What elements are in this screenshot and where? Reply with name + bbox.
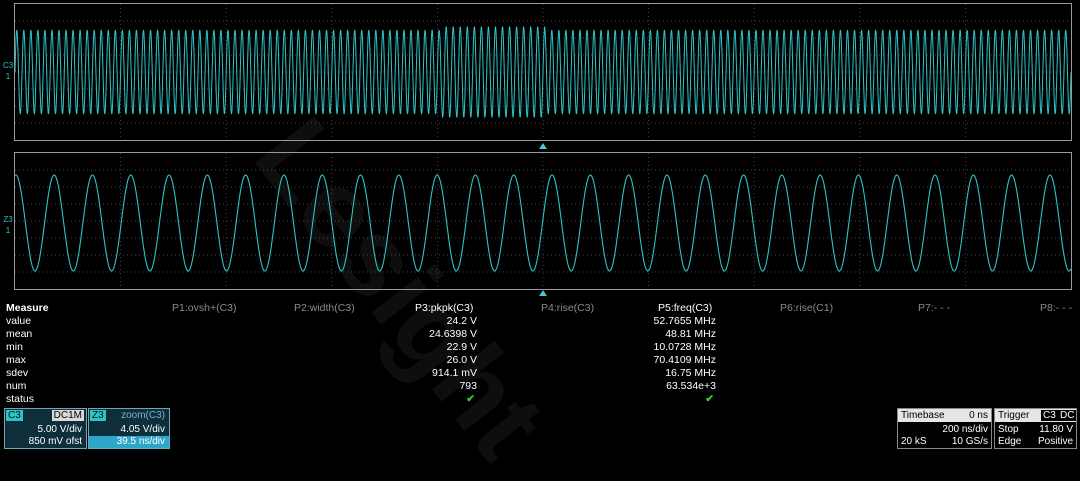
p3-sdev: 914.1 mV [432, 367, 477, 379]
row-label-max: max [6, 354, 26, 366]
timebase-samples: 20 kS [901, 436, 927, 447]
c3-offset: 850 mV ofst [28, 436, 82, 447]
c3-channel-descriptor[interactable]: C3 DC1M 5.00 V/div 850 mV ofst [4, 408, 87, 449]
p4-header[interactable]: P4:rise(C3) [541, 302, 594, 315]
trigger-level: 11.80 V [1039, 424, 1073, 435]
p3-status-check-icon: ✔ [466, 393, 475, 405]
trigger-source-tag: C3 [1041, 410, 1058, 421]
c3-coupling-tag: DC1M [51, 410, 84, 421]
p3-value: 24.2 V [446, 315, 477, 327]
row-label-min: min [6, 341, 23, 353]
p7-header[interactable]: P7:- - - [918, 302, 950, 315]
p5-header[interactable]: P5:freq(C3) [658, 302, 712, 315]
zoom-waveform-plot [15, 153, 1071, 289]
p3-mean: 24.6398 V [429, 328, 477, 340]
p6-header[interactable]: P6:rise(C1) [780, 302, 833, 315]
row-label-mean: mean [6, 328, 33, 340]
z3-channel-tag: Z3 [90, 410, 106, 421]
measure-table: Measure P1:ovsh+(C3) P2:width(C3) P3:pkp… [0, 300, 1080, 408]
timebase-tdiv: 200 ns/div [942, 424, 988, 435]
z3-trace-level: 1 [5, 226, 11, 235]
trigger-type: Edge [998, 436, 1022, 447]
row-label-status: status [6, 393, 35, 405]
trigger-position-marker[interactable] [539, 290, 547, 296]
main-waveform-grid[interactable] [14, 3, 1072, 141]
timebase-delay: 0 ns [969, 410, 988, 421]
p2-header[interactable]: P2:width(C3) [294, 302, 355, 315]
row-label-value: value [6, 315, 32, 327]
zoom-waveform-grid[interactable] [14, 152, 1072, 290]
p5-status-check-icon: ✔ [705, 393, 714, 405]
trigger-label: Trigger [998, 410, 1030, 421]
measure-title: Measure [6, 302, 49, 314]
timebase-descriptor[interactable]: Timebase 0 ns 200 ns/div 20 kS 10 GS/s [897, 408, 992, 449]
p3-num: 793 [459, 380, 477, 392]
p1-header[interactable]: P1:ovsh+(C3) [172, 302, 237, 315]
main-waveform-plot [15, 4, 1071, 140]
zoom-position-marker[interactable] [539, 143, 547, 149]
p5-sdev: 16.75 MHz [665, 367, 716, 379]
trigger-descriptor[interactable]: Trigger C3 DC Stop 11.80 V Edge Positive [994, 408, 1077, 449]
trigger-mode: Stop [998, 424, 1019, 435]
timebase-label: Timebase [901, 410, 945, 421]
p5-num: 63.534e+3 [666, 380, 716, 392]
z3-vdiv: 4.05 V/div [120, 424, 165, 435]
z3-zoom-descriptor[interactable]: Z3 zoom(C3) 4.05 V/div 39.5 ns/div [88, 408, 170, 449]
z3-tdiv: 39.5 ns/div [89, 436, 169, 448]
p8-header[interactable]: P8:- - - [1040, 302, 1072, 315]
c3-trace-level: 1 [5, 72, 11, 81]
p3-max: 26.0 V [446, 354, 477, 366]
z3-trace-label[interactable]: Z3 [3, 216, 13, 224]
z3-source: zoom(C3) [121, 410, 165, 421]
p5-max: 70.4109 MHz [653, 354, 716, 366]
p5-min: 10.0728 MHz [653, 341, 716, 353]
trigger-slope: Positive [1037, 436, 1073, 447]
p3-header[interactable]: P3:pkpk(C3) [415, 302, 473, 315]
c3-trace-label[interactable]: C3 [3, 62, 13, 70]
c3-vdiv: 5.00 V/div [37, 424, 82, 435]
trigger-coupling-tag: DC [1058, 410, 1077, 421]
c3-channel-tag: C3 [6, 410, 23, 421]
timebase-rate: 10 GS/s [951, 436, 988, 447]
row-label-sdev: sdev [6, 367, 29, 379]
p5-mean: 48.81 MHz [665, 328, 716, 340]
p5-value: 52.7655 MHz [653, 315, 716, 327]
p3-min: 22.9 V [446, 341, 477, 353]
row-label-num: num [6, 380, 27, 392]
